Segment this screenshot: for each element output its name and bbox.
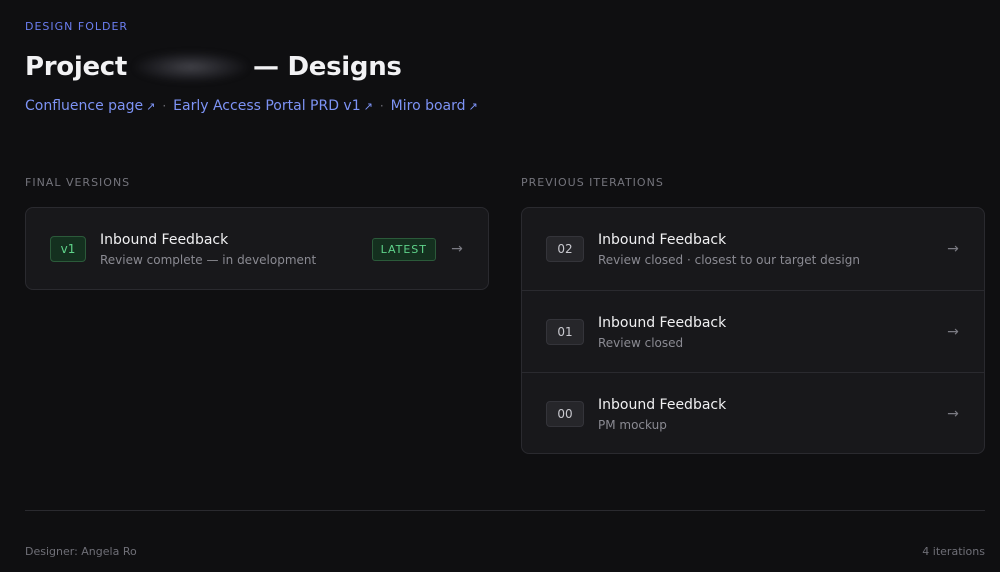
iteration-badge: 02 — [546, 236, 584, 262]
prd-link[interactable]: Early Access Portal PRD v1 ↗ — [173, 98, 373, 114]
design-folder-page: DESIGN FOLDER Project — Designs Confluen… — [0, 0, 1000, 572]
redacted-project-name — [135, 52, 248, 82]
iteration-badge: 00 — [546, 400, 584, 427]
page-title: Project — Designs — [25, 52, 402, 82]
arrow-right-icon: → — [947, 405, 959, 422]
external-link-icon: ↗ — [363, 99, 373, 113]
final-versions-card: v1 Inbound Feedback Review complete — in… — [25, 207, 489, 290]
iteration-title: Inbound Feedback — [598, 314, 727, 331]
external-link-icon: ↗ — [146, 99, 156, 113]
prd-link-label: Early Access Portal PRD v1 — [173, 98, 361, 114]
version-text: Inbound Feedback Review complete — in de… — [100, 231, 372, 267]
miro-link-label: Miro board — [390, 98, 466, 114]
iteration-title: Inbound Feedback — [598, 232, 727, 248]
footer-divider — [25, 510, 985, 511]
iteration-text: Inbound Feedback PM mockup — [598, 396, 946, 432]
designer-credit: Designer: Angela Ro — [25, 545, 137, 558]
link-separator: · — [379, 99, 384, 113]
external-link-icon: ↗ — [468, 99, 478, 113]
iteration-text: Inbound Feedback Review closed — [598, 314, 946, 350]
previous-iterations-label: PREVIOUS ITERATIONS — [521, 176, 664, 189]
arrow-right-icon: → — [947, 323, 959, 340]
title-suffix: — Designs — [253, 52, 402, 82]
iteration-badge: 01 — [546, 318, 584, 345]
iteration-title: Inbound Feedback — [598, 396, 727, 413]
miro-link[interactable]: Miro board ↗ — [391, 98, 478, 114]
iteration-subtitle: Review closed — [598, 335, 684, 350]
iteration-row-01[interactable]: 01 Inbound Feedback Review closed → — [522, 290, 984, 372]
confluence-link[interactable]: Confluence page ↗ — [25, 98, 155, 114]
confluence-link-label: Confluence page — [25, 98, 144, 114]
link-separator: · — [162, 99, 167, 113]
version-title: Inbound Feedback — [100, 232, 229, 248]
version-badge: v1 — [50, 236, 86, 262]
arrow-right-icon: → — [947, 241, 959, 257]
iteration-row-02[interactable]: 02 Inbound Feedback Review closed · clos… — [522, 208, 984, 290]
version-row-v1[interactable]: v1 Inbound Feedback Review complete — in… — [26, 208, 488, 290]
title-prefix: Project — [25, 52, 128, 82]
previous-iterations-card: 02 Inbound Feedback Review closed · clos… — [521, 207, 985, 454]
latest-badge: LATEST — [371, 237, 436, 261]
iteration-count: 4 iterations — [922, 545, 985, 558]
iteration-subtitle: PM mockup — [598, 417, 667, 432]
iteration-subtitle: Review closed · closest to our target de… — [598, 253, 860, 267]
iteration-text: Inbound Feedback Review closed · closest… — [598, 231, 946, 267]
iteration-row-00[interactable]: 00 Inbound Feedback PM mockup → — [522, 372, 984, 454]
final-versions-label: FINAL VERSIONS — [25, 176, 131, 189]
arrow-right-icon: → — [451, 241, 463, 257]
version-subtitle: Review complete — in development — [100, 253, 317, 267]
related-links: Confluence page ↗ · Early Access Portal … — [25, 98, 478, 114]
eyebrow-label: DESIGN FOLDER — [25, 20, 129, 33]
